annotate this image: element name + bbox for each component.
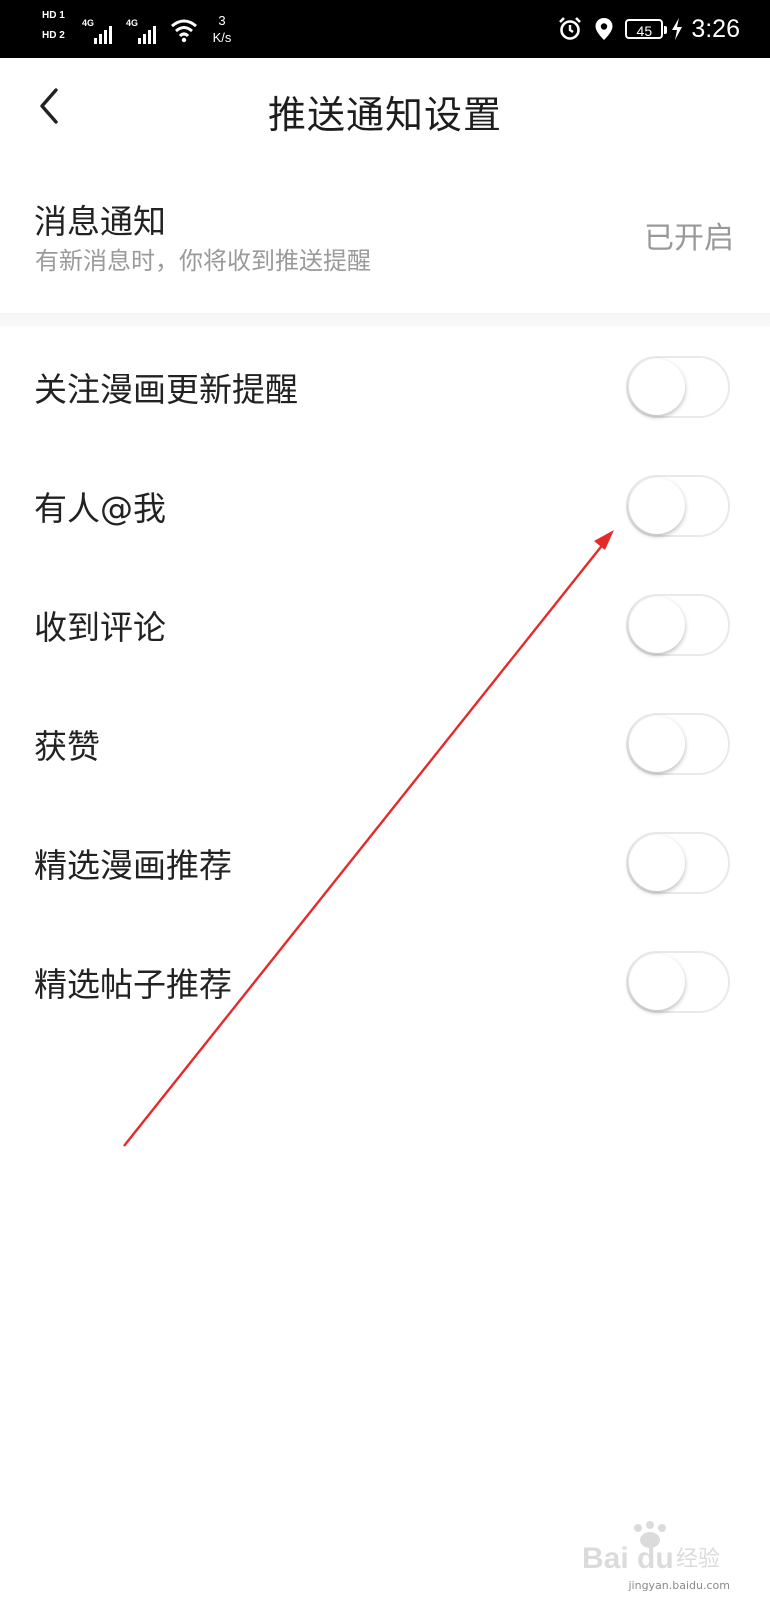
charging-icon — [672, 18, 683, 40]
speed-value: 3 — [218, 13, 226, 28]
hd1-badge: HD 1 — [42, 10, 65, 21]
header: 推送通知设置 — [0, 58, 770, 153]
switch-knob — [629, 715, 685, 772]
featured-post-switch[interactable] — [626, 950, 730, 1013]
location-icon — [595, 18, 613, 40]
message-notification-description: 有新消息时，你将收到推送提醒 — [35, 247, 371, 275]
switch-knob — [629, 358, 685, 415]
switch-knob — [629, 596, 685, 653]
switch-knob — [629, 834, 685, 891]
comic-update-switch[interactable] — [626, 355, 730, 418]
switch-knob — [629, 477, 685, 534]
wifi-icon — [171, 19, 197, 43]
toggle-row-like: 获赞 — [0, 684, 770, 803]
toggle-label: 有人@我 — [34, 488, 166, 528]
toggle-row-featured-post: 精选帖子推荐 — [0, 922, 770, 1041]
signal-sim1-icon: 4G — [82, 18, 120, 44]
toggle-label: 精选帖子推荐 — [34, 964, 232, 1004]
message-notification-row[interactable]: 消息通知 有新消息时，你将收到推送提醒 已开启 — [0, 153, 770, 313]
speed-unit: K/s — [212, 30, 232, 45]
toggle-list: 关注漫画更新提醒 有人@我 收到评论 获赞 精选漫画推荐 精选帖子推荐 — [0, 327, 770, 1041]
toggle-label: 收到评论 — [34, 607, 166, 647]
toggle-label: 精选漫画推荐 — [34, 845, 232, 885]
svg-text:Bai du: Bai du — [582, 1542, 674, 1575]
toggle-row-comment: 收到评论 — [0, 565, 770, 684]
battery-icon: 45 — [625, 19, 668, 39]
baidu-logo-watermark: Bai du 经验 — [582, 1521, 720, 1575]
hd-indicators: HD 1 HD 2 — [42, 8, 76, 48]
hd2-badge: HD 2 — [42, 30, 65, 41]
message-notification-title: 消息通知 — [34, 202, 166, 241]
status-right: 45 3:26 — [557, 8, 740, 50]
featured-comic-switch[interactable] — [626, 831, 730, 894]
network-speed: 3 K/s — [204, 12, 240, 46]
toggle-row-featured-comic: 精选漫画推荐 — [0, 803, 770, 922]
toggle-row-mention: 有人@我 — [0, 446, 770, 565]
message-notification-status: 已开启 — [644, 221, 734, 256]
svg-text:经验: 经验 — [676, 1547, 720, 1572]
page-title: 推送通知设置 — [267, 93, 502, 137]
section-divider — [0, 313, 770, 327]
status-bar: HD 1 HD 2 4G 4G 3 K/s 45 3:26 — [0, 0, 770, 58]
comment-switch[interactable] — [626, 593, 730, 656]
signal-sim2-icon: 4G — [126, 18, 164, 44]
watermark-url: jingyan.baidu.com — [628, 1579, 730, 1592]
like-switch[interactable] — [626, 712, 730, 775]
clock: 3:26 — [691, 14, 740, 43]
toggle-label: 关注漫画更新提醒 — [34, 369, 298, 409]
network-type-1: 4G — [82, 18, 95, 28]
switch-knob — [629, 953, 685, 1010]
mention-switch[interactable] — [626, 474, 730, 537]
alarm-icon — [559, 17, 582, 40]
network-type-2: 4G — [126, 18, 139, 28]
toggle-row-comic-update: 关注漫画更新提醒 — [0, 327, 770, 446]
toggle-label: 获赞 — [34, 726, 100, 766]
